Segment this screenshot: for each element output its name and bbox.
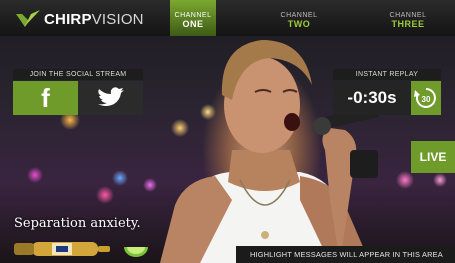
- instant-replay-title: INSTANT REPLAY: [333, 69, 441, 80]
- channel-name: ONE: [182, 19, 204, 29]
- lime-slice-image: [124, 247, 148, 257]
- tab-channel-three[interactable]: CHANNEL THREE: [385, 0, 431, 36]
- channel-name: TWO: [287, 19, 311, 29]
- twitter-button[interactable]: [78, 81, 143, 115]
- logo-text-bold: CHIRP: [44, 10, 92, 28]
- rewind-30-icon: 30: [414, 88, 436, 108]
- rewind-30-label: 30: [422, 95, 431, 104]
- live-button[interactable]: LIVE: [411, 141, 455, 173]
- channel-label: CHANNEL: [174, 12, 212, 19]
- chirpvision-logo[interactable]: CHIRP VISION: [16, 10, 144, 28]
- facebook-button[interactable]: f: [13, 81, 78, 115]
- replay-time-display[interactable]: -0:30s: [333, 81, 411, 115]
- tab-channel-one[interactable]: CHANNEL ONE: [170, 0, 216, 36]
- social-stream-title: JOIN THE SOCIAL STREAM: [13, 69, 143, 80]
- beer-bottle-image: [14, 242, 110, 256]
- channel-label: CHANNEL: [389, 12, 427, 19]
- twitter-icon: [98, 87, 124, 106]
- highlight-message-bar: HIGHLIGHT MESSAGES WILL APPEAR IN THIS A…: [236, 246, 455, 263]
- logo-text-light: VISION: [91, 10, 144, 28]
- bird-logo-icon: [16, 10, 40, 27]
- tab-channel-two[interactable]: CHANNEL TWO: [276, 0, 322, 36]
- top-bar: CHIRP VISION CHANNEL ONE CHANNEL TWO CHA…: [0, 0, 455, 36]
- facebook-icon: f: [41, 83, 50, 113]
- channel-label: CHANNEL: [280, 12, 318, 19]
- video-player[interactable]: CHIRP VISION CHANNEL ONE CHANNEL TWO CHA…: [0, 0, 455, 263]
- channel-name: THREE: [391, 19, 425, 29]
- ad-tagline: Separation anxiety.: [14, 216, 141, 231]
- rewind-30-button[interactable]: 30: [411, 81, 441, 115]
